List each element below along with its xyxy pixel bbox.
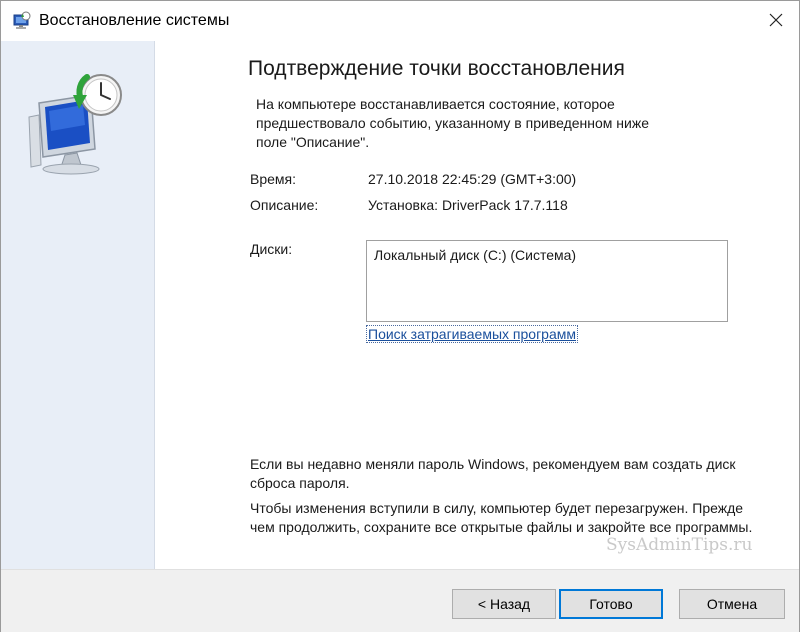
restart-note: Чтобы изменения вступили в силу, компьют…	[250, 500, 753, 535]
disks-label: Диски:	[250, 241, 293, 257]
scan-affected-programs-link[interactable]: Поиск затрагиваемых программ	[366, 325, 579, 343]
wizard-content: Подтверждение точки восстановления На ко…	[154, 41, 799, 569]
window-title: Восстановление системы	[39, 12, 230, 29]
close-icon	[769, 13, 783, 27]
title-bar: Восстановление системы	[1, 1, 799, 41]
description-label: Описание:	[250, 197, 319, 213]
finish-button[interactable]: Готово	[559, 589, 663, 619]
list-item[interactable]: Локальный диск (C:) (Система)	[374, 247, 576, 263]
wizard-sidebar	[1, 41, 155, 569]
description-value: Установка: DriverPack 17.7.118	[368, 197, 568, 213]
close-button[interactable]	[753, 1, 799, 39]
page-title: Подтверждение точки восстановления	[248, 57, 625, 80]
cancel-button[interactable]: Отмена	[679, 589, 785, 619]
system-restore-hero-icon	[21, 65, 133, 177]
button-bar: < Назад Готово Отмена	[1, 569, 799, 632]
disks-list[interactable]: Локальный диск (C:) (Система)	[366, 240, 728, 322]
time-label: Время:	[250, 171, 297, 187]
watermark: SysAdminTips.ru	[606, 535, 753, 555]
intro-text: На компьютере восстанавливается состояни…	[256, 96, 649, 150]
system-restore-window: Восстановление системы Подтверждение точ…	[0, 0, 800, 632]
password-note: Если вы недавно меняли пароль Windows, р…	[250, 456, 736, 491]
time-value: 27.10.2018 22:45:29 (GMT+3:00)	[368, 171, 577, 187]
system-restore-icon	[11, 11, 31, 31]
back-button[interactable]: < Назад	[452, 589, 556, 619]
